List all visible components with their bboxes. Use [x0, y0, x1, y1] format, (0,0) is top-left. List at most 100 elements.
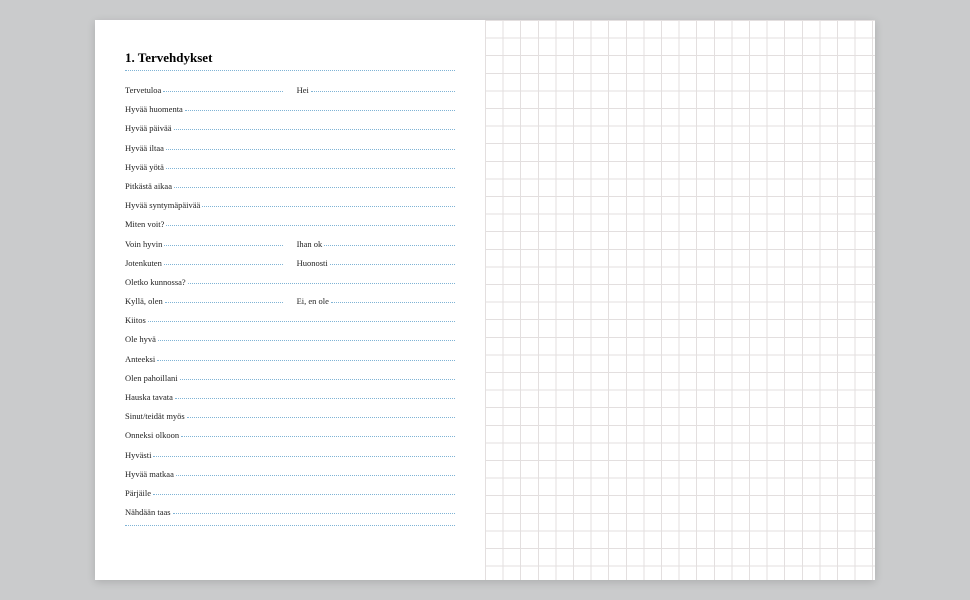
vocab-cell: Nähdään taas	[125, 507, 455, 517]
vocab-term: Ei, en ole	[297, 296, 331, 306]
vocab-row: Voin hyvin Ihan ok	[125, 239, 455, 249]
vocab-term: Hyvästi	[125, 450, 153, 460]
vocab-row	[125, 526, 455, 527]
vocab-cell: Hyvää huomenta	[125, 104, 455, 114]
vocab-cell: Voin hyvin	[125, 239, 283, 249]
vocabulary-list: Tervetuloa Hei Hyvää huomenta Hyvää päivää H…	[125, 85, 455, 527]
vocab-term: Kyllä, olen	[125, 296, 165, 306]
vocab-term: Tervetuloa	[125, 85, 163, 95]
vocab-row: Hyvää yötä	[125, 162, 455, 172]
vocab-cell: Ei, en ole	[297, 296, 455, 306]
fill-line	[173, 513, 455, 514]
fill-line	[324, 245, 455, 246]
vocab-term: Hyvää matkaa	[125, 469, 176, 479]
vocab-term: Pärjäile	[125, 488, 153, 498]
vocab-cell: Hyvää syntymäpäivää	[125, 200, 455, 210]
vocab-row: Miten voit?	[125, 219, 455, 229]
vocab-cell: Hei	[297, 85, 455, 95]
vocab-cell: Oletko kunnossa?	[125, 277, 455, 287]
vocab-row: Pärjäile	[125, 488, 455, 498]
fill-line	[166, 149, 455, 150]
vocab-row: Hyvää matkaa	[125, 469, 455, 479]
vocab-term: Hei	[297, 85, 311, 95]
fill-line	[164, 245, 283, 246]
vocab-term: Hyvää päivää	[125, 123, 174, 133]
vocab-row: Ole hyvä	[125, 334, 455, 344]
fill-line	[187, 417, 455, 418]
vocab-term: Pitkästä aikaa	[125, 181, 174, 191]
fill-line	[188, 283, 455, 284]
vocab-cell: Sinut/teidät myös	[125, 411, 455, 421]
vocab-term: Miten voit?	[125, 219, 166, 229]
title-underline	[125, 70, 455, 71]
fill-line	[174, 129, 456, 130]
vocab-cell: Hauska tavata	[125, 392, 455, 402]
vocab-term: Hyvää iltaa	[125, 143, 166, 153]
vocab-row: Anteeksi	[125, 354, 455, 364]
fill-line	[181, 436, 455, 437]
vocab-row: Tervetuloa Hei	[125, 85, 455, 95]
vocab-cell: Olen pahoillani	[125, 373, 455, 383]
vocab-row: Hyvää iltaa	[125, 143, 455, 153]
vocab-row: Kyllä, olen Ei, en ole	[125, 296, 455, 306]
fill-line	[164, 264, 284, 265]
vocab-row: Pitkästä aikaa	[125, 181, 455, 191]
vocab-row: Hyvää syntymäpäivää	[125, 200, 455, 210]
fill-line	[157, 360, 455, 361]
vocab-cell: Hyvää yötä	[125, 162, 455, 172]
vocab-cell: Jotenkuten	[125, 258, 283, 268]
vocab-cell: Huonosti	[297, 258, 455, 268]
fill-line	[166, 168, 455, 169]
vocab-cell: Hyvää matkaa	[125, 469, 455, 479]
page-spread: 1. Tervehdykset Tervetuloa Hei Hyvää huome…	[95, 20, 875, 580]
fill-line	[185, 110, 455, 111]
fill-line	[158, 340, 455, 341]
vocab-row: Hyvästi	[125, 450, 455, 460]
vocab-cell: Ole hyvä	[125, 334, 455, 344]
vocab-cell: Tervetuloa	[125, 85, 283, 95]
vocab-cell: Hyvää iltaa	[125, 143, 455, 153]
vocab-term: Hyvää syntymäpäivää	[125, 200, 202, 210]
vocab-term: Anteeksi	[125, 354, 157, 364]
vocab-row: Kiitos	[125, 315, 455, 325]
vocab-cell: Hyvästi	[125, 450, 455, 460]
fill-line	[165, 302, 284, 303]
vocab-term: Jotenkuten	[125, 258, 164, 268]
vocab-term: Olen pahoillani	[125, 373, 180, 383]
fill-line	[331, 302, 455, 303]
vocab-row: Hyvää huomenta	[125, 104, 455, 114]
vocab-cell: Onneksi olkoon	[125, 430, 455, 440]
right-page-grid	[485, 20, 875, 580]
fill-line	[174, 187, 455, 188]
vocab-cell: Ihan ok	[297, 239, 455, 249]
vocab-row: Olen pahoillani	[125, 373, 455, 383]
vocab-term: Onneksi olkoon	[125, 430, 181, 440]
vocab-term: Sinut/teidät myös	[125, 411, 187, 421]
vocab-row: Hauska tavata	[125, 392, 455, 402]
fill-line	[330, 264, 455, 265]
vocab-term: Kiitos	[125, 315, 148, 325]
vocab-term: Oletko kunnossa?	[125, 277, 188, 287]
section-title: 1. Tervehdykset	[125, 50, 455, 66]
fill-line	[175, 398, 455, 399]
vocab-row: Jotenkuten Huonosti	[125, 258, 455, 268]
vocab-term: Hauska tavata	[125, 392, 175, 402]
fill-line	[176, 475, 455, 476]
vocab-cell: Pitkästä aikaa	[125, 181, 455, 191]
vocab-cell: Hyvää päivää	[125, 123, 455, 133]
left-page: 1. Tervehdykset Tervetuloa Hei Hyvää huome…	[95, 20, 485, 580]
vocab-term: Ole hyvä	[125, 334, 158, 344]
vocab-row: Oletko kunnossa?	[125, 277, 455, 287]
fill-line	[180, 379, 455, 380]
fill-line	[202, 206, 455, 207]
vocab-term: Hyvää yötä	[125, 162, 166, 172]
vocab-term: Nähdään taas	[125, 507, 173, 517]
vocab-term: Huonosti	[297, 258, 330, 268]
vocab-cell: Anteeksi	[125, 354, 455, 364]
fill-line	[153, 494, 455, 495]
fill-line	[166, 225, 455, 226]
vocab-term: Hyvää huomenta	[125, 104, 185, 114]
vocab-cell: Kyllä, olen	[125, 296, 283, 306]
fill-line	[125, 525, 455, 526]
vocab-row: Onneksi olkoon	[125, 430, 455, 440]
